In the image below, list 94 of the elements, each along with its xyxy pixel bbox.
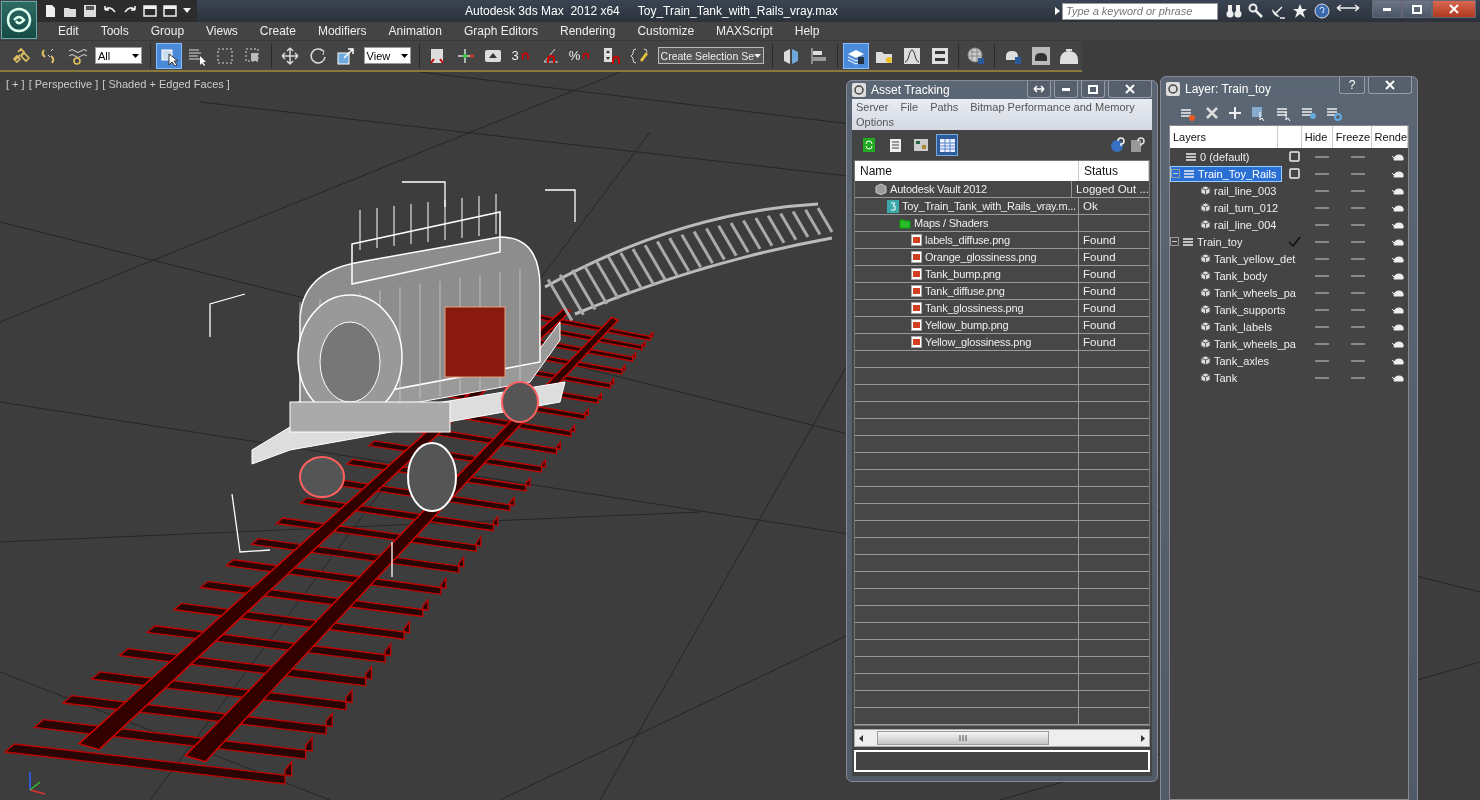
asset-name: Autodesk Vault 2012 [890,183,987,195]
object-row-name[interactable]: Tank_wheels_pa [1170,284,1306,301]
column-header[interactable]: Hide [1301,126,1333,148]
file-name: Toy_Train_Tank_with_Rails_vray.max [637,4,838,18]
layer-name: 0 (default) [1200,150,1250,163]
asset-row[interactable]: Yellow_bump.png Found [855,317,1149,334]
menu-item[interactable]: Rendering [549,24,627,38]
dropdown[interactable]: All [95,47,143,64]
asset-name: Tank_bump.png [925,268,1001,280]
menu-item[interactable]: Create [248,24,307,38]
menu-item[interactable]: Modifiers [306,24,378,38]
search-field[interactable]: Type a keyword or phrase [1062,2,1218,20]
object-row-name[interactable]: Tank_axles [1170,352,1306,369]
object-name: Tank [1214,371,1238,384]
column-header[interactable]: Freeze [1332,126,1372,148]
object-name: Tank_wheels_pa [1214,286,1296,299]
asset-row[interactable]: Orange_glossiness.png Found [855,249,1149,266]
asset-status: Found [1083,336,1116,348]
menu-item[interactable]: Group [139,24,196,38]
layer-row-name[interactable]: 0 (default) [1170,148,1282,165]
viewport-label[interactable]: [ + ] [6,78,25,90]
object-row-name[interactable]: Tank_body [1170,267,1306,284]
object-name: Tank_axles [1214,354,1270,367]
menu-item[interactable]: Tools [89,24,140,38]
object-name: Tank_supports [1214,303,1286,316]
dropdown[interactable]: View [363,47,411,64]
column-header[interactable]: Layers [1170,126,1279,148]
menu-item[interactable]: Animation [377,24,453,38]
object-name: Tank_labels [1214,320,1273,333]
asset-row[interactable]: Autodesk Vault 2012 Logged Out ... [855,181,1149,198]
viewport-label[interactable]: [ Perspective ] [28,78,99,90]
help-button[interactable]: ? [1339,77,1365,94]
object-name: Tank_body [1214,269,1268,282]
menu-item[interactable]: Paths [930,101,959,113]
object-row-name[interactable]: rail_line_003 [1170,182,1306,199]
menu-item[interactable]: Graph Editors [452,24,549,38]
asset-status: Found [1083,319,1116,331]
column-header[interactable]: Status [1079,161,1149,181]
dropdown[interactable]: Create Selection Se [657,47,764,64]
menu-item[interactable]: Bitmap Performance and Memory [970,101,1135,113]
asset-status: Ok [1083,200,1098,212]
menu-item[interactable]: Customize [626,24,706,38]
asset-name: labels_diffuse.png [925,234,1010,246]
asset-name: Tank_diffuse.png [925,285,1005,297]
object-name: Tank_wheels_pa [1214,337,1296,350]
window-title: Layer: Train_toy [1185,82,1272,96]
asset-status: Found [1083,251,1116,263]
menu-item[interactable]: Help [783,24,831,38]
asset-name: Yellow_glossiness.png [925,336,1032,348]
object-row-name[interactable]: Tank_wheels_pa [1170,335,1306,352]
asset-status: Found [1083,268,1116,280]
asset-status: Found [1083,234,1116,246]
asset-name: Toy_Train_Tank_with_Rails_vray.m... [902,200,1076,212]
asset-row[interactable]: Yellow_glossiness.png Found [855,334,1149,351]
object-row-name[interactable]: Tank_labels [1170,318,1306,335]
snap-toggle-button[interactable]: 3 [508,42,536,69]
asset-name: Yellow_bump.png [925,319,1009,331]
menu-item[interactable]: File [900,101,919,113]
layer-row-name[interactable]: Train_Toy_Rails [1170,165,1282,182]
asset-status: Found [1083,302,1116,314]
menu-item[interactable]: MAXScript [705,24,784,38]
menu-item[interactable]: Options [856,116,894,128]
asset-name: Tank_glossiness.png [925,302,1024,314]
layer-row-name[interactable]: Train_toy [1170,233,1282,250]
asset-row[interactable]: Tank_bump.png Found [855,266,1149,283]
asset-row[interactable]: Tank_glossiness.png Found [855,300,1149,317]
asset-row[interactable]: Tank_diffuse.png Found [855,283,1149,300]
asset-name: Orange_glossiness.png [925,251,1037,263]
object-name: rail_line_003 [1214,184,1277,197]
object-row-name[interactable]: Tank_yellow_det [1170,250,1306,267]
column-header[interactable]: Name [855,161,1079,181]
asset-status: Logged Out ... [1076,183,1149,195]
layer-name: Train_Toy_Rails [1198,167,1277,180]
asset-name: Maps / Shaders [914,217,989,229]
object-row-name[interactable]: Tank_supports [1170,301,1306,318]
window-title: Asset Tracking [871,83,950,97]
snap-toggle-button[interactable]: % [565,42,597,69]
object-row-name[interactable]: rail_turn_012 [1170,199,1306,216]
asset-row[interactable]: Maps / Shaders [855,215,1149,232]
menu-item[interactable]: Edit [47,24,90,38]
layer-name: Train_toy [1197,235,1243,248]
window-title: Autodesk 3ds Max 2012 x64 [465,4,620,18]
asset-row[interactable]: labels_diffuse.png Found [855,232,1149,249]
object-row-name[interactable]: Tank [1170,369,1306,386]
object-name: rail_line_004 [1214,218,1277,231]
column-header[interactable]: Rende [1371,126,1408,148]
asset-row[interactable]: Toy_Train_Tank_with_Rails_vray.m... Ok [855,198,1149,215]
menu-item[interactable]: Views [195,24,249,38]
object-name: Tank_yellow_det [1214,252,1296,265]
menu-item[interactable]: Server [856,101,889,113]
object-name: rail_turn_012 [1214,201,1279,214]
object-row-name[interactable]: rail_line_004 [1170,216,1306,233]
viewport-label[interactable]: [ Shaded + Edged Faces ] [102,78,230,90]
asset-status: Found [1083,285,1116,297]
